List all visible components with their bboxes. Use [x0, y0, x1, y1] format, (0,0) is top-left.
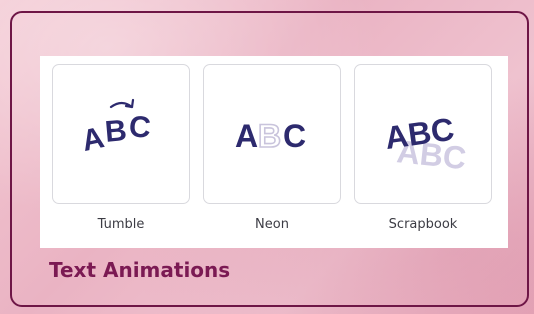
neon-letter-b: B	[258, 118, 281, 154]
tumble-preview: A B C	[79, 98, 152, 158]
animation-panel: A B C Tumble A B C Neon ABC ABC Scrapboo…	[40, 56, 508, 248]
animation-label-neon: Neon	[255, 217, 289, 232]
animation-label-scrapbook: Scrapbook	[388, 217, 458, 232]
section-title: Text Animations	[49, 258, 231, 282]
neon-letter-a: A	[235, 118, 258, 154]
neon-letter-c: C	[283, 118, 306, 154]
tumble-letter-c: C	[128, 110, 152, 144]
animation-card-scrapbook[interactable]: ABC ABC	[354, 64, 492, 204]
tumble-letter-b: B	[104, 114, 128, 149]
tumble-letter-a: A	[79, 121, 107, 158]
scrapbook-preview: ABC ABC	[383, 111, 468, 177]
animation-card-tumble[interactable]: A B C	[52, 64, 190, 204]
rotate-arrow-icon	[109, 98, 135, 109]
animation-card-neon[interactable]: A B C	[203, 64, 341, 204]
neon-preview: A B C	[235, 117, 306, 155]
animation-label-tumble: Tumble	[97, 217, 145, 232]
